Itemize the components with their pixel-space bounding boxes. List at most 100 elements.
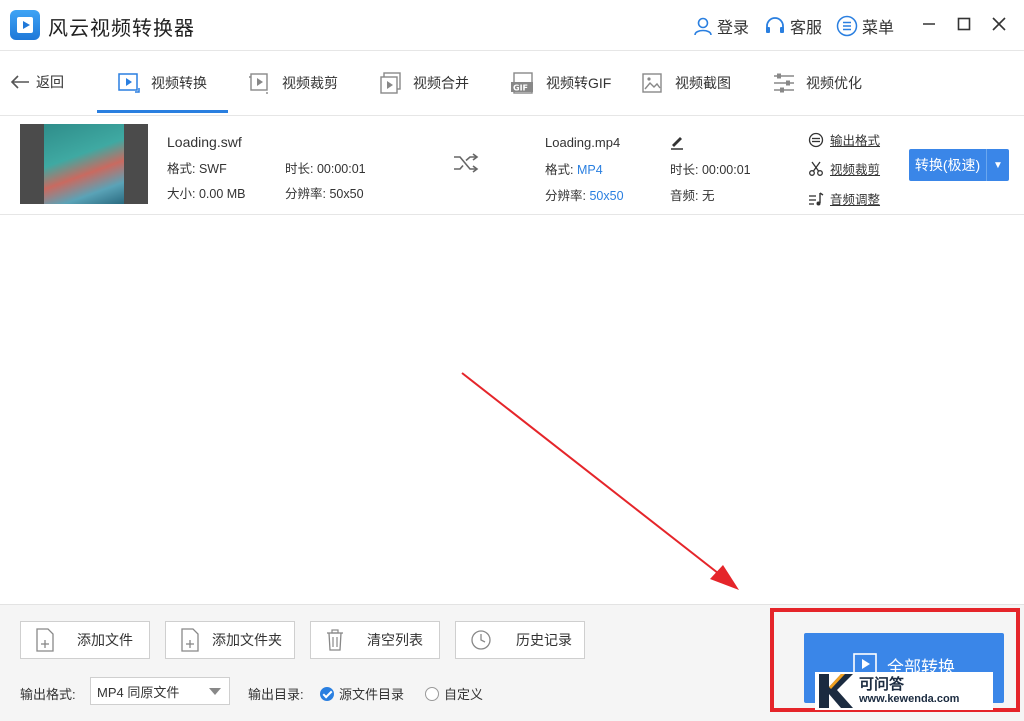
tab-video-convert[interactable]: 视频转换	[117, 58, 207, 108]
service-label: 客服	[790, 20, 823, 37]
minimize-icon	[923, 23, 935, 25]
trash-icon	[327, 629, 343, 651]
user-icon	[694, 17, 712, 36]
output-format-select[interactable]: MP4 同原文件	[90, 677, 230, 705]
radio-unchecked-icon	[425, 686, 439, 701]
audio-adjust-link[interactable]: 音频调整	[808, 189, 880, 208]
file-row[interactable]: Loading.swf 格式: SWF 时长: 00:00:01 大小: 0.0…	[0, 114, 1024, 215]
close-button[interactable]	[987, 12, 1011, 36]
output-duration-label: 时长:	[670, 163, 699, 177]
output-audio-value: 无	[701, 189, 715, 203]
login-label: 登录	[717, 20, 750, 37]
maximize-icon	[957, 17, 971, 31]
source-resolution-value: 50x50	[329, 187, 364, 201]
output-dir-label: 输出目录:	[248, 687, 304, 702]
output-format-link[interactable]: 输出格式	[808, 130, 880, 149]
convert-dropdown-toggle[interactable]: ▼	[986, 149, 1009, 181]
format-icon	[808, 132, 824, 147]
output-format-value: MP4	[576, 163, 603, 177]
shuffle-icon	[454, 153, 479, 173]
radio-source-dir-label: 源文件目录	[339, 687, 405, 702]
video-merge-icon	[380, 72, 401, 94]
tab-video-to-gif[interactable]: GIF 视频转GIF	[510, 58, 611, 108]
add-folder-icon	[181, 628, 199, 652]
scissors-icon	[809, 161, 823, 176]
output-format-label: 输出格式:	[20, 687, 76, 702]
video-thumbnail[interactable]	[20, 124, 148, 204]
convert-fast-button[interactable]: 转换(极速) ▼	[909, 149, 1009, 181]
tab-label: 视频优化	[806, 75, 862, 91]
clear-list-label: 清空列表	[367, 632, 423, 648]
tab-video-crop[interactable]: 视频裁剪	[248, 58, 338, 108]
service-link[interactable]: 客服	[764, 14, 822, 38]
add-folder-button[interactable]: 添加文件夹	[165, 621, 295, 659]
chevron-down-icon: ▼	[993, 159, 1003, 171]
menu-icon	[836, 15, 858, 37]
convert-fast-label: 转换(极速)	[914, 157, 981, 173]
source-filename: Loading.swf	[167, 134, 242, 150]
video-crop-link-label: 视频裁剪	[830, 163, 881, 177]
chevron-down-icon	[209, 688, 221, 695]
headset-icon	[766, 17, 784, 33]
video-crop-link[interactable]: 视频裁剪	[808, 159, 880, 178]
login-link[interactable]: 登录	[693, 14, 749, 38]
annotation-arrow	[461, 372, 739, 590]
output-format: 格式: MP4	[545, 159, 603, 178]
tab-video-merge[interactable]: 视频合并	[379, 58, 469, 108]
video-convert-icon	[118, 73, 140, 93]
active-tab-indicator	[97, 110, 228, 113]
tab-label: 视频转换	[151, 75, 207, 91]
output-duration-value: 00:00:01	[701, 163, 751, 177]
video-crop-icon	[249, 73, 268, 94]
radio-custom-dir[interactable]: 自定义	[425, 684, 483, 703]
source-duration: 时长: 00:00:01	[285, 158, 366, 177]
watermark-url: www.kewenda.com	[859, 693, 960, 706]
app-logo-icon	[10, 10, 40, 40]
radio-custom-dir-label: 自定义	[444, 687, 484, 702]
source-duration-value: 00:00:01	[316, 162, 366, 176]
radio-source-dir[interactable]: 源文件目录	[320, 684, 404, 703]
output-duration: 时长: 00:00:01	[670, 159, 751, 178]
tab-label: 视频合并	[413, 75, 469, 91]
maximize-button[interactable]	[952, 12, 976, 36]
audio-adjust-link-label: 音频调整	[830, 193, 881, 207]
gif-icon: GIF	[511, 72, 533, 94]
watermark-title: 可问答	[859, 675, 905, 693]
source-size-value: 0.00 MB	[198, 187, 246, 201]
edit-icon[interactable]	[669, 134, 685, 150]
output-format-value: MP4 同原文件	[97, 684, 180, 700]
source-resolution: 分辨率: 50x50	[285, 183, 364, 202]
source-size-label: 大小:	[167, 187, 196, 201]
tab-label: 视频截图	[675, 75, 731, 91]
clear-list-button[interactable]: 清空列表	[310, 621, 440, 659]
menu-link[interactable]: 菜单	[836, 14, 894, 38]
arrow-left-icon	[10, 75, 29, 89]
app-title: 风云视频转换器	[48, 18, 195, 40]
watermark-logo	[815, 672, 855, 710]
radio-checked-icon	[320, 686, 334, 701]
sliders-icon	[774, 73, 794, 93]
add-file-button[interactable]: 添加文件	[20, 621, 150, 659]
source-resolution-label: 分辨率:	[285, 187, 326, 201]
watermark-k-logo	[819, 674, 853, 708]
watermark-text: 可问答 www.kewenda.com	[859, 675, 960, 706]
tab-video-screenshot[interactable]: 视频截图	[641, 58, 731, 108]
source-duration-label: 时长:	[285, 162, 314, 176]
tab-video-optimize[interactable]: 视频优化	[772, 58, 862, 108]
output-format-link-label: 输出格式	[830, 134, 881, 148]
music-list-icon	[809, 191, 824, 205]
source-format-label: 格式:	[167, 162, 196, 176]
minimize-button[interactable]	[917, 12, 941, 36]
output-audio: 音频: 无	[670, 185, 714, 204]
svg-text:GIF: GIF	[513, 84, 528, 93]
image-icon	[642, 73, 662, 93]
history-label: 历史记录	[516, 632, 572, 648]
output-audio-label: 音频:	[670, 189, 699, 203]
watermark: 可问答 www.kewenda.com	[815, 672, 993, 710]
add-folder-label: 添加文件夹	[212, 632, 282, 648]
clock-icon	[471, 630, 491, 650]
back-button[interactable]: 返回	[10, 72, 64, 92]
tab-label: 视频裁剪	[282, 75, 338, 91]
history-button[interactable]: 历史记录	[455, 621, 585, 659]
output-resolution: 分辨率: 50x50	[545, 185, 624, 204]
